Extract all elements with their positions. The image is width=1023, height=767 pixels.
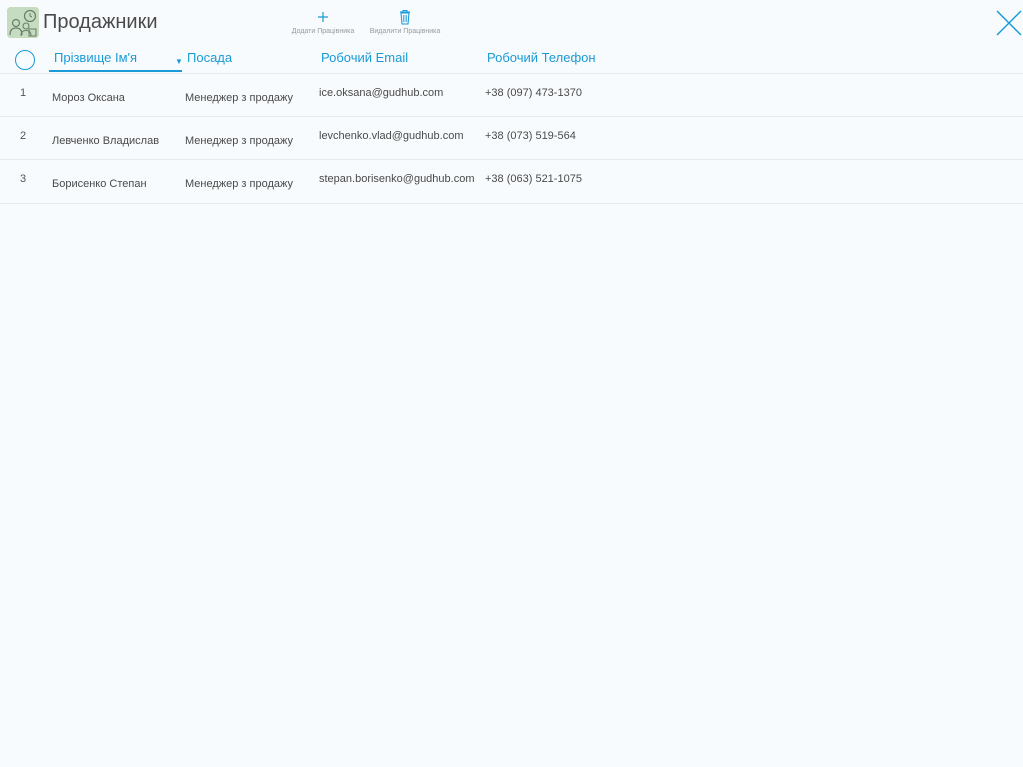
page-title: Продажники [43, 11, 158, 33]
select-all-checkbox[interactable] [15, 50, 35, 70]
cell-position: Менеджер з продажу [185, 135, 293, 147]
column-header-phone[interactable]: Робочий Телефон [487, 50, 596, 65]
cell-name: Мороз Оксана [52, 92, 125, 104]
cell-email: ice.oksana@gudhub.com [319, 87, 444, 99]
row-number: 2 [20, 130, 27, 142]
table-header: Прізвище Ім'я ▼ Посада Робочий Email Роб… [0, 45, 1023, 74]
header: Продажники Додати Працівника Видалити Пр… [0, 0, 1023, 45]
cell-phone: +38 (063) 521-1075 [485, 173, 582, 185]
table-row[interactable]: 1 Мороз Оксана Менеджер з продажу ice.ok… [0, 74, 1023, 117]
plus-icon [316, 8, 330, 26]
sales-team-icon [7, 7, 39, 38]
cell-phone: +38 (073) 519-564 [485, 130, 576, 142]
table-body: 1 Мороз Оксана Менеджер з продажу ice.ok… [0, 74, 1023, 204]
add-employee-label: Додати Працівника [291, 28, 355, 35]
column-header-email[interactable]: Робочий Email [321, 50, 408, 65]
cell-email: levchenko.vlad@gudhub.com [319, 130, 464, 142]
table-row[interactable]: 2 Левченко Владислав Менеджер з продажу … [0, 117, 1023, 160]
column-header-position[interactable]: Посада [187, 50, 232, 65]
row-number: 3 [20, 173, 27, 185]
cell-email: stepan.borisenko@gudhub.com [319, 173, 475, 185]
close-icon [995, 10, 1023, 41]
add-employee-button[interactable]: Додати Працівника [286, 8, 360, 40]
column-header-name[interactable]: Прізвище Ім'я [49, 50, 182, 72]
row-number: 1 [20, 87, 27, 99]
remove-employee-button[interactable]: Видалити Працівника [362, 8, 448, 40]
cell-position: Менеджер з продажу [185, 92, 293, 104]
sort-down-icon[interactable]: ▼ [175, 57, 183, 66]
table-row[interactable]: 3 Борисенко Степан Менеджер з продажу st… [0, 160, 1023, 204]
app-window: Продажники Додати Працівника Видалити Пр… [0, 0, 1023, 767]
close-button[interactable] [995, 9, 1023, 37]
cell-name: Борисенко Степан [52, 178, 147, 190]
remove-employee-label: Видалити Працівника [369, 28, 441, 35]
cell-position: Менеджер з продажу [185, 178, 293, 190]
cell-phone: +38 (097) 473-1370 [485, 87, 582, 99]
cell-name: Левченко Владислав [52, 135, 160, 147]
trash-icon [398, 8, 412, 26]
